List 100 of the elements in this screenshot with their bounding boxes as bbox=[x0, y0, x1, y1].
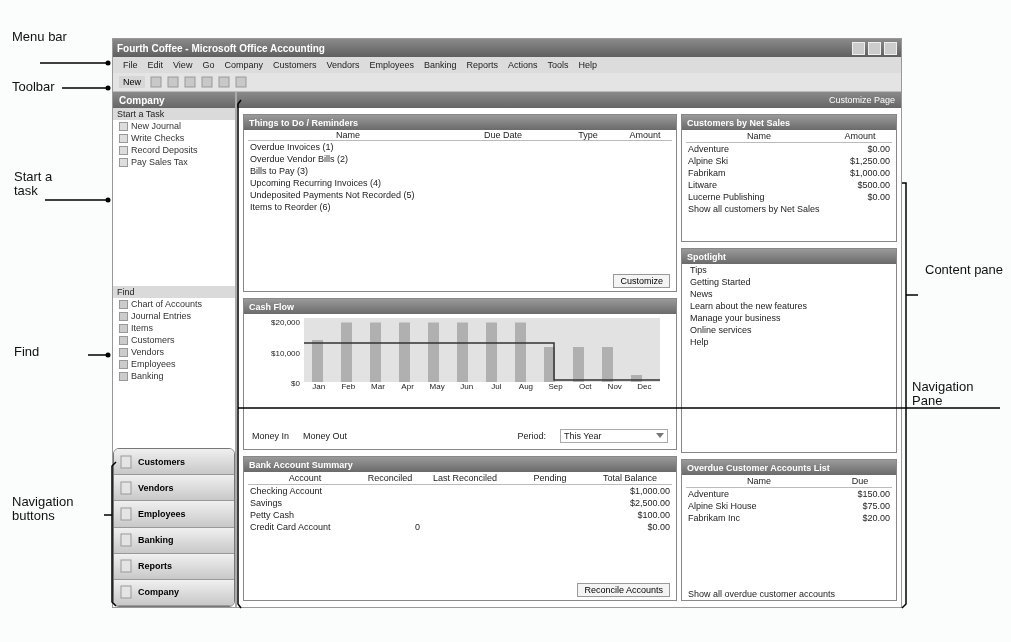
reconcile-button[interactable]: Reconcile Accounts bbox=[577, 583, 670, 597]
table-cell-text: Lucerne Publishing bbox=[688, 192, 766, 202]
toolbar-icon[interactable] bbox=[201, 76, 213, 88]
find-link[interactable]: Banking bbox=[113, 370, 235, 382]
callout-label: Content pane bbox=[925, 263, 1005, 277]
toolbar-icon[interactable] bbox=[167, 76, 179, 88]
find-link[interactable]: Employees bbox=[113, 358, 235, 370]
menu-item[interactable]: Vendors bbox=[326, 60, 360, 70]
reminder-link[interactable]: Upcoming Recurring Invoices (4) bbox=[244, 177, 676, 189]
find-link[interactable]: Customers bbox=[113, 334, 235, 346]
menu-item[interactable]: Actions bbox=[508, 60, 538, 70]
chart-bar bbox=[573, 347, 584, 382]
callout-label: Menu bar bbox=[12, 30, 68, 44]
navigation-button[interactable]: Company bbox=[114, 579, 234, 606]
callout-label: Navigation buttons bbox=[12, 495, 75, 523]
window-title: Fourth Coffee - Microsoft Office Accounting bbox=[117, 42, 325, 54]
table-cell-text: Adventure bbox=[688, 489, 731, 499]
customize-button[interactable]: Customize bbox=[613, 274, 670, 288]
reminder-link[interactable]: Bills to Pay (3) bbox=[244, 165, 676, 177]
show-all-link[interactable]: Show all customers by Net Sales bbox=[682, 203, 896, 215]
module-icon bbox=[120, 585, 132, 600]
task-link[interactable]: Pay Sales Tax bbox=[113, 156, 235, 168]
period-label: Period: bbox=[517, 431, 546, 441]
table-cell-text: $0.00 bbox=[866, 144, 890, 154]
column-header: Last Reconciled bbox=[431, 473, 498, 483]
chart-bar bbox=[457, 322, 468, 382]
table-cell-text: Fabrikam Inc bbox=[688, 513, 741, 523]
menu-item[interactable]: Help bbox=[578, 60, 598, 70]
navigation-button[interactable]: Vendors bbox=[114, 475, 234, 502]
menu-item[interactable]: Company bbox=[224, 60, 263, 70]
table-cell-text: Savings bbox=[250, 498, 284, 508]
navigation-button[interactable]: Reports bbox=[114, 553, 234, 580]
column-header: Name bbox=[746, 476, 772, 486]
axis-label: Jul bbox=[490, 382, 503, 391]
column-header: Name bbox=[746, 131, 772, 141]
reminder-link[interactable]: Overdue Invoices (1) bbox=[244, 141, 676, 153]
spotlight-link[interactable]: News bbox=[682, 288, 896, 300]
spotlight-link[interactable]: Manage your business bbox=[682, 312, 896, 324]
menu-item[interactable]: Reports bbox=[466, 60, 499, 70]
find-link[interactable]: Vendors bbox=[113, 346, 235, 358]
minimize-button[interactable] bbox=[852, 41, 865, 55]
callout-label: Start a task bbox=[14, 170, 54, 198]
customize-page-link[interactable]: Customize Page bbox=[828, 95, 895, 105]
table-cell-text: 0 bbox=[414, 522, 420, 532]
axis-label: $20,000 bbox=[270, 318, 300, 327]
find-link[interactable]: Journal Entries bbox=[113, 310, 235, 322]
menu-item[interactable]: Employees bbox=[369, 60, 414, 70]
table-cell-text: Adventure bbox=[688, 144, 731, 154]
spotlight-link[interactable]: Learn about the new features bbox=[682, 300, 896, 312]
maximize-button[interactable] bbox=[868, 41, 881, 55]
table-cell-text: $0.00 bbox=[646, 522, 670, 532]
navigation-button[interactable]: Banking bbox=[114, 527, 234, 554]
table-cell-text: $1,250.00 bbox=[848, 156, 890, 166]
menu-item[interactable]: Customers bbox=[272, 60, 317, 70]
chart-bar bbox=[399, 322, 410, 382]
toolbar-icon[interactable] bbox=[235, 76, 247, 88]
period-dropdown[interactable]: This Year bbox=[560, 429, 668, 443]
toolbar-icon[interactable] bbox=[184, 76, 196, 88]
table-cell-text: Litware bbox=[688, 180, 718, 190]
menu-item[interactable]: File bbox=[123, 60, 138, 70]
menu-item[interactable]: Banking bbox=[424, 60, 457, 70]
table-cell-text: $1,000.00 bbox=[848, 168, 890, 178]
caret-icon bbox=[656, 433, 664, 439]
table-cell-text: $20.00 bbox=[861, 513, 890, 523]
panel-title: Bank Account Summary bbox=[244, 457, 676, 472]
menu-item[interactable]: Edit bbox=[147, 60, 164, 70]
task-link[interactable]: New Journal bbox=[113, 120, 235, 132]
reminder-link[interactable]: Undeposited Payments Not Recorded (5) bbox=[244, 189, 676, 201]
close-button[interactable] bbox=[884, 41, 897, 55]
show-all-link[interactable]: Show all overdue customer accounts bbox=[682, 588, 896, 600]
task-link[interactable]: Record Deposits bbox=[113, 144, 235, 156]
spotlight-link[interactable]: Online services bbox=[682, 324, 896, 336]
find-link[interactable]: Items bbox=[113, 322, 235, 334]
table-cell-text: $150.00 bbox=[856, 489, 890, 499]
task-link[interactable]: Write Checks bbox=[113, 132, 235, 144]
spotlight-link[interactable]: Help bbox=[682, 336, 896, 348]
chart-bar bbox=[631, 375, 642, 382]
navigation-button[interactable]: Customers bbox=[114, 449, 234, 476]
reminder-link[interactable]: Overdue Vendor Bills (2) bbox=[244, 153, 676, 165]
navigation-button[interactable]: Employees bbox=[114, 501, 234, 528]
column-header: Type bbox=[577, 130, 599, 140]
chart-bar bbox=[370, 322, 381, 382]
toolbar-icon[interactable] bbox=[150, 76, 162, 88]
spotlight-link[interactable]: Tips bbox=[682, 264, 896, 276]
toolbar-icon[interactable] bbox=[218, 76, 230, 88]
menu-item[interactable]: View bbox=[173, 60, 193, 70]
axis-label: Mar bbox=[370, 382, 386, 391]
menu-item[interactable]: Go bbox=[202, 60, 215, 70]
reminder-link[interactable]: Items to Reorder (6) bbox=[244, 201, 676, 213]
new-button[interactable]: New bbox=[119, 76, 145, 88]
find-link[interactable]: Chart of Accounts bbox=[113, 298, 235, 310]
axis-label: Nov bbox=[606, 382, 623, 391]
spotlight-link[interactable]: Getting Started bbox=[682, 276, 896, 288]
axis-label: Oct bbox=[577, 382, 593, 391]
menu-item[interactable]: Tools bbox=[547, 60, 569, 70]
column-header: Name bbox=[335, 130, 361, 140]
chart-bar bbox=[341, 322, 352, 382]
axis-label: Dec bbox=[636, 382, 653, 391]
sidebar-header: Company bbox=[113, 92, 235, 108]
module-icon bbox=[120, 480, 132, 495]
